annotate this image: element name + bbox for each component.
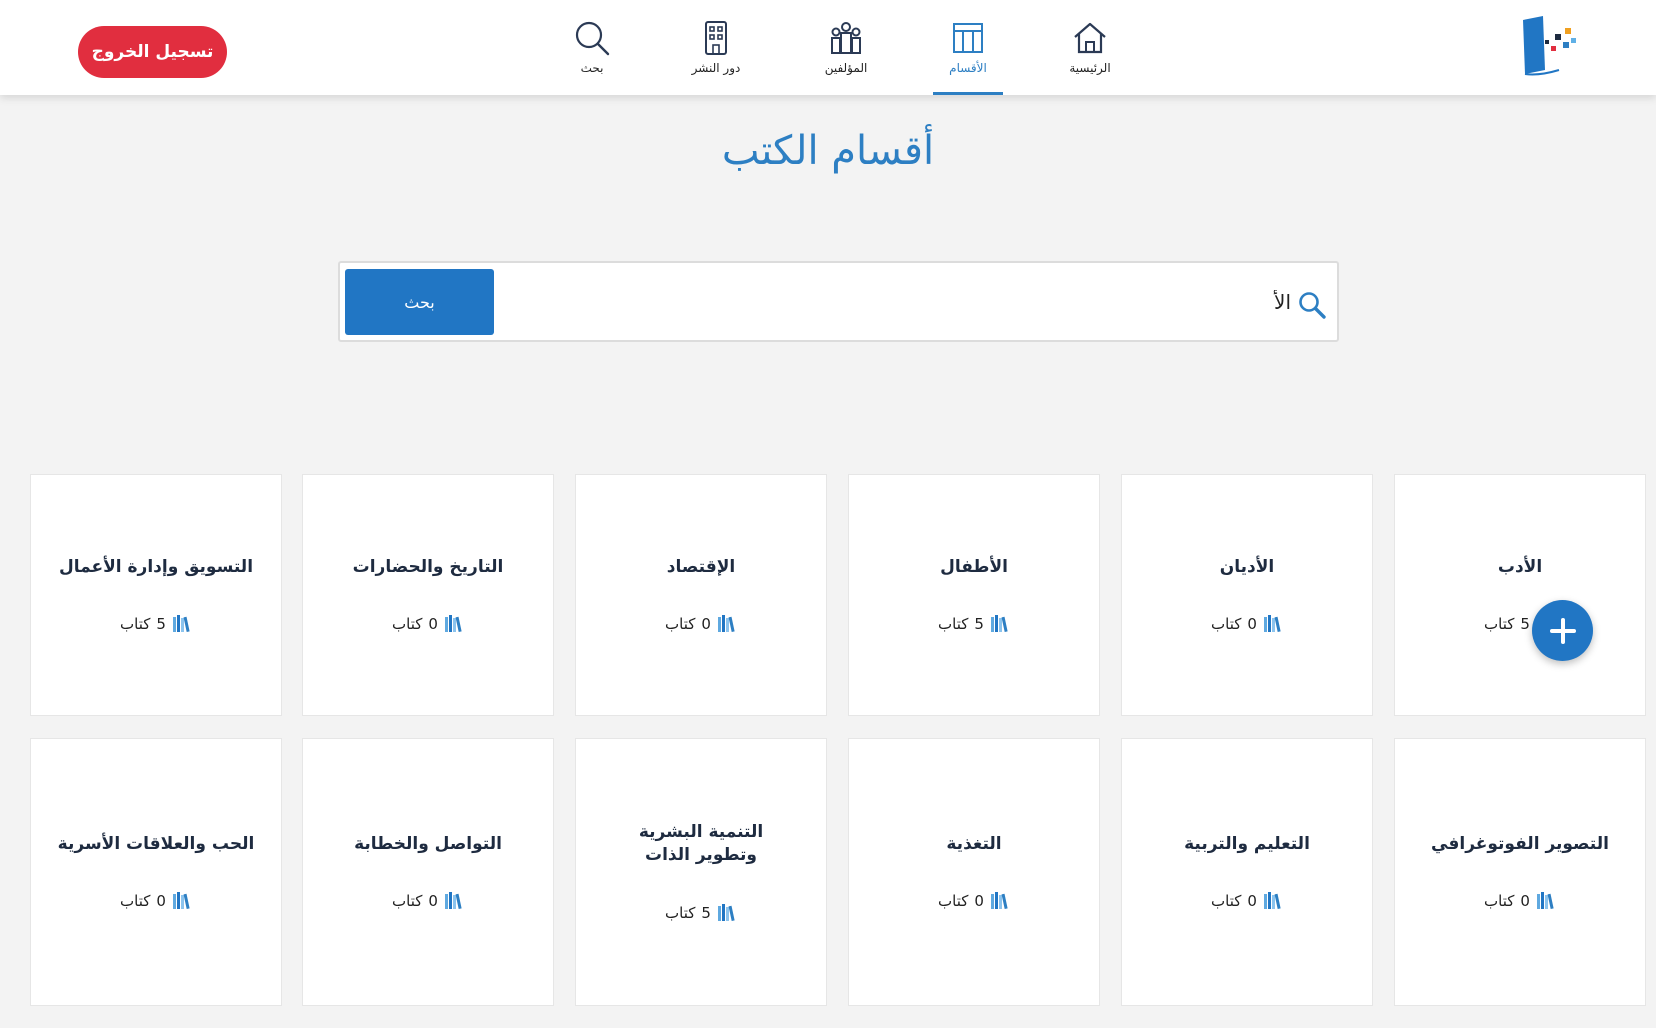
category-title: الحب والعلاقات الأسرية [57,833,255,854]
category-title: الأدب [1497,556,1543,577]
count-unit: كتاب [120,615,151,634]
books-icon [717,903,735,921]
category-title: التصوير الفوتوغرافي [1431,833,1609,854]
count-unit: كتاب [938,615,969,634]
nav-authors-label: المؤلفين [824,61,868,75]
logout-button[interactable]: تسجيل الخروج [78,26,227,78]
count-value: 0 [156,892,166,911]
home-icon [1074,22,1106,54]
category-count: 0 كتاب [1211,614,1283,634]
authors-icon [831,22,861,54]
nav-sections[interactable]: الأقسام [923,0,1013,95]
count-value: 0 [701,615,711,634]
category-title: التاريخ والحضارات [352,556,504,577]
building-icon [705,21,727,55]
search-input[interactable] [501,275,1291,329]
books-icon [1263,615,1281,633]
nav-publishers[interactable]: دور النشر [671,0,761,95]
magnifier-icon [1299,292,1326,319]
count-unit: كتاب [1484,615,1515,634]
count-value: 0 [974,892,984,911]
category-card[interactable]: الحب والعلاقات الأسرية 0 كتاب [30,738,282,1006]
count-value: 0 [1247,615,1257,634]
category-count: 5 كتاب [665,903,737,923]
nav-home-label: الرئيسية [1069,61,1111,75]
count-value: 5 [974,615,984,634]
count-unit: كتاب [1211,615,1242,634]
search-bar: بحث [338,261,1339,342]
nav-publishers-label: دور النشر [691,61,741,75]
count-unit: كتاب [392,615,423,634]
count-unit: كتاب [665,615,696,634]
books-icon [717,615,735,633]
count-unit: كتاب [938,892,969,911]
category-title: الأطفال [940,556,1008,577]
books-icon [444,615,462,633]
count-value: 0 [1520,892,1530,911]
count-unit: كتاب [120,892,151,911]
nav-search[interactable]: بحث [547,0,637,95]
count-value: 5 [1520,615,1530,634]
page-title: أقسام الكتب [721,128,935,174]
category-count: 5 كتاب [938,614,1010,634]
nav-home[interactable]: الرئيسية [1045,0,1135,95]
count-value: 5 [701,903,711,922]
count-value: 5 [156,615,166,634]
top-navbar: الرئيسية الأقسام المؤلفين دور النشر بحث … [0,0,1656,95]
category-count: 0 كتاب [392,614,464,634]
category-card[interactable]: الأدب 5 كتاب [1394,474,1646,716]
search-icon [575,21,610,56]
add-button[interactable] [1532,600,1593,661]
category-card[interactable]: التغذية 0 كتاب [848,738,1100,1006]
category-title: الأديان [1219,556,1275,577]
category-count: 0 كتاب [1211,891,1283,911]
books-icon [172,615,190,633]
category-card[interactable]: الأطفال 5 كتاب [848,474,1100,716]
category-card[interactable]: الإقتصاد 0 كتاب [575,474,827,716]
books-icon [444,892,462,910]
count-value: 0 [1247,892,1257,911]
category-card[interactable]: التعليم والتربية 0 كتاب [1121,738,1373,1006]
sections-icon [953,23,983,53]
category-title: الإقتصاد [666,556,736,577]
category-card[interactable]: التاريخ والحضارات 0 كتاب [302,474,554,716]
nav-authors[interactable]: المؤلفين [801,0,891,95]
count-unit: كتاب [1211,892,1242,911]
books-icon [172,892,190,910]
books-icon [990,892,1008,910]
app-logo[interactable] [1515,14,1581,84]
category-card[interactable]: الأديان 0 كتاب [1121,474,1373,716]
count-unit: كتاب [392,892,423,911]
nav-sections-label: الأقسام [949,61,987,75]
category-count: 5 كتاب [120,614,192,634]
books-icon [1263,892,1281,910]
plus-icon [1549,617,1576,644]
category-card[interactable]: التواصل والخطابة 0 كتاب [302,738,554,1006]
count-unit: كتاب [665,903,696,922]
category-title: التنمية البشرية وتطوير الذات [638,822,764,865]
category-card[interactable]: التصوير الفوتوغرافي 0 كتاب [1394,738,1646,1006]
books-icon [990,615,1008,633]
count-value: 0 [428,615,438,634]
category-title: التسويق وإدارة الأعمال [58,556,254,577]
count-unit: كتاب [1484,892,1515,911]
category-card[interactable]: التنمية البشرية وتطوير الذات 5 كتاب [575,738,827,1006]
category-count: 0 كتاب [1484,891,1556,911]
count-value: 0 [428,892,438,911]
category-title: التغذية [946,833,1002,854]
books-icon [1536,892,1554,910]
category-count: 0 كتاب [392,891,464,911]
category-title: التعليم والتربية [1184,833,1310,854]
category-count: 0 كتاب [120,891,192,911]
search-button[interactable]: بحث [345,269,494,335]
category-count: 0 كتاب [938,891,1010,911]
category-count: 0 كتاب [665,614,737,634]
category-card[interactable]: التسويق وإدارة الأعمال 5 كتاب [30,474,282,716]
nav-search-label: بحث [580,61,604,75]
category-title: التواصل والخطابة [354,833,502,854]
